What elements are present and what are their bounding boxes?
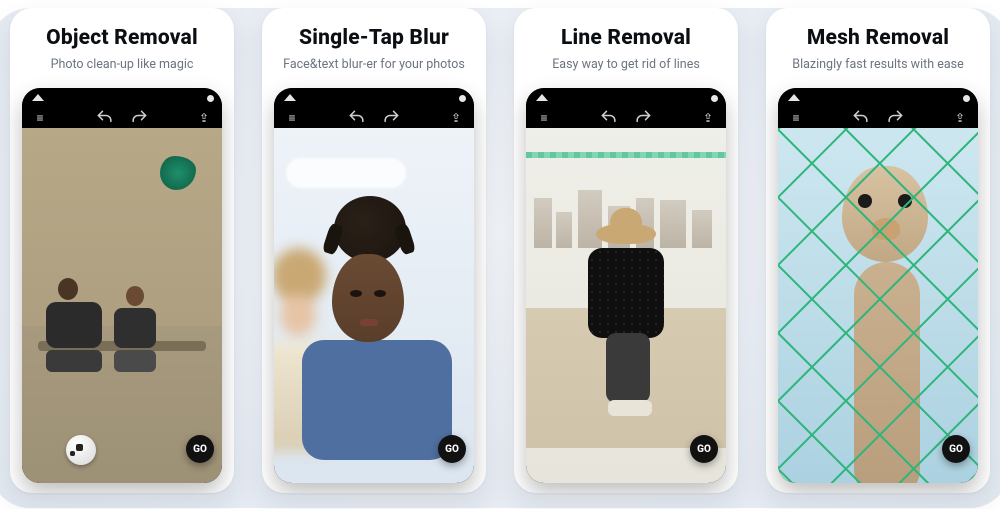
app-top-bar: ≡ ⇪ <box>778 108 978 128</box>
feature-card-line-removal: Line Removal Easy way to get rid of line… <box>514 8 738 493</box>
feature-title: Line Removal <box>561 26 691 51</box>
app-top-bar: ≡ ⇪ <box>526 108 726 128</box>
battery-icon <box>459 95 466 102</box>
feature-card-mesh-removal: Mesh Removal Blazingly fast results with… <box>766 8 990 493</box>
phone-mockup: ≡ ⇪ <box>274 88 474 483</box>
app-top-bar: ≡ ⇪ <box>22 108 222 128</box>
status-bar <box>778 88 978 108</box>
feature-title: Mesh Removal <box>807 26 949 51</box>
signal-icon <box>284 94 296 101</box>
feature-card-object-removal: Object Removal Photo clean-up like magic… <box>10 8 234 493</box>
menu-icon[interactable]: ≡ <box>534 111 554 125</box>
undo-icon[interactable] <box>599 111 619 125</box>
feature-subtitle: Blazingly fast results with ease <box>792 57 963 72</box>
go-button[interactable]: GO <box>942 435 970 463</box>
menu-icon[interactable]: ≡ <box>786 111 806 125</box>
signal-icon <box>32 94 44 101</box>
share-icon[interactable]: ⇪ <box>950 111 970 125</box>
status-bar <box>526 88 726 108</box>
battery-icon <box>207 95 214 102</box>
redo-icon[interactable] <box>885 111 905 125</box>
signal-icon <box>788 94 800 101</box>
feature-title: Object Removal <box>46 26 198 51</box>
go-button[interactable]: GO <box>438 435 466 463</box>
menu-icon[interactable]: ≡ <box>30 111 50 125</box>
sample-photo <box>526 128 726 483</box>
share-icon[interactable]: ⇪ <box>698 111 718 125</box>
share-icon[interactable]: ⇪ <box>446 111 466 125</box>
overhead-line <box>526 152 726 158</box>
phone-mockup: ≡ ⇪ <box>778 88 978 483</box>
redo-icon[interactable] <box>633 111 653 125</box>
share-icon[interactable]: ⇪ <box>194 111 214 125</box>
feature-subtitle: Easy way to get rid of lines <box>552 57 700 72</box>
feature-title: Single-Tap Blur <box>299 26 449 51</box>
redo-icon[interactable] <box>129 111 149 125</box>
feature-subtitle: Photo clean-up like magic <box>51 57 194 72</box>
redo-icon[interactable] <box>381 111 401 125</box>
feature-card-single-tap-blur: Single-Tap Blur Face&text blur-er for yo… <box>262 8 486 493</box>
undo-icon[interactable] <box>95 111 115 125</box>
go-button[interactable]: GO <box>186 435 214 463</box>
sample-photo <box>274 128 474 483</box>
status-bar <box>22 88 222 108</box>
app-top-bar: ≡ ⇪ <box>274 108 474 128</box>
editor-viewport[interactable]: GO <box>778 128 978 483</box>
status-bar <box>274 88 474 108</box>
app-store-screenshots: Object Removal Photo clean-up like magic… <box>0 0 1000 509</box>
battery-icon <box>963 95 970 102</box>
features-row: Object Removal Photo clean-up like magic… <box>0 0 1000 509</box>
go-button[interactable]: GO <box>690 435 718 463</box>
feature-subtitle: Face&text blur-er for your photos <box>283 57 465 72</box>
editor-viewport[interactable]: GO <box>274 128 474 483</box>
editor-viewport[interactable]: GO <box>526 128 726 483</box>
editor-viewport[interactable]: GO <box>22 128 222 483</box>
battery-icon <box>711 95 718 102</box>
phone-mockup: ≡ ⇪ <box>22 88 222 483</box>
phone-mockup: ≡ ⇪ <box>526 88 726 483</box>
sample-photo <box>778 128 978 483</box>
signal-icon <box>536 94 548 101</box>
menu-icon[interactable]: ≡ <box>282 111 302 125</box>
undo-icon[interactable] <box>851 111 871 125</box>
undo-icon[interactable] <box>347 111 367 125</box>
sample-photo <box>22 128 222 483</box>
